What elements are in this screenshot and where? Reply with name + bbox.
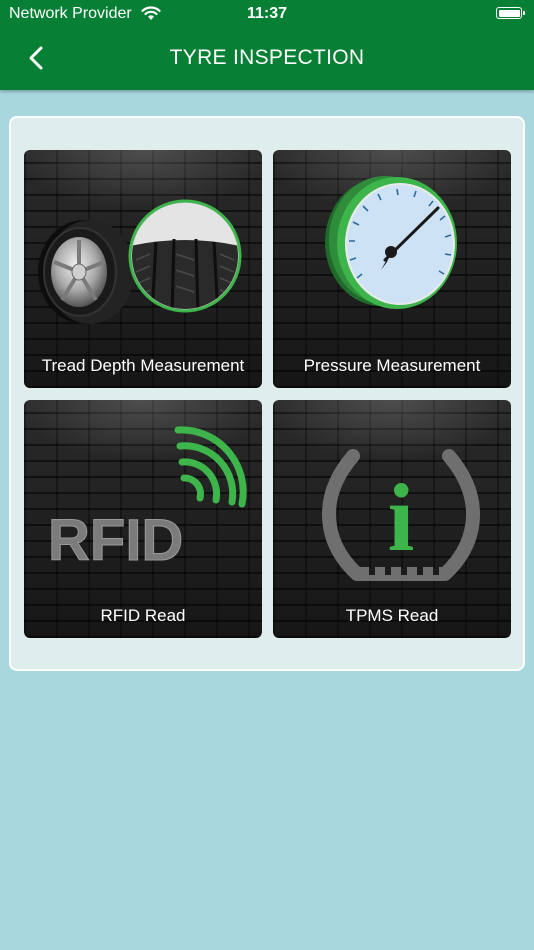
tile-label: Tread Depth Measurement [41, 356, 245, 375]
tread-depth-tile[interactable]: Tread Depth Measurement [24, 150, 262, 388]
tpms-info-glyph: i [388, 464, 415, 571]
status-time: 11:37 [246, 5, 288, 22]
tile-label: TPMS Read [345, 606, 439, 625]
rfid-icon: RFID [48, 426, 247, 574]
battery-icon [496, 7, 525, 19]
tpms-read-tile[interactable]: i TPMS Read [273, 400, 511, 638]
tpms-warning-icon: i [321, 449, 481, 581]
status-bar: Network Provider 11:37 [0, 0, 534, 28]
tyre-tread-icon [38, 199, 242, 324]
page-title: TYRE INSPECTION [169, 46, 365, 69]
pressure-gauge-icon [325, 176, 457, 309]
app-header: Network Provider 11:37 TYRE INSPECTION [0, 0, 534, 90]
tile-label: Pressure Measurement [303, 356, 481, 375]
rfid-read-tile[interactable]: RFID RFID Read [24, 400, 262, 638]
pressure-measurement-tile[interactable]: Pressure Measurement [273, 150, 511, 388]
inspection-panel: Tread Depth Measurement Pressure Measure… [9, 116, 525, 671]
tile-label: RFID Read [100, 606, 186, 625]
rfid-logo-text: RFID [48, 508, 183, 573]
